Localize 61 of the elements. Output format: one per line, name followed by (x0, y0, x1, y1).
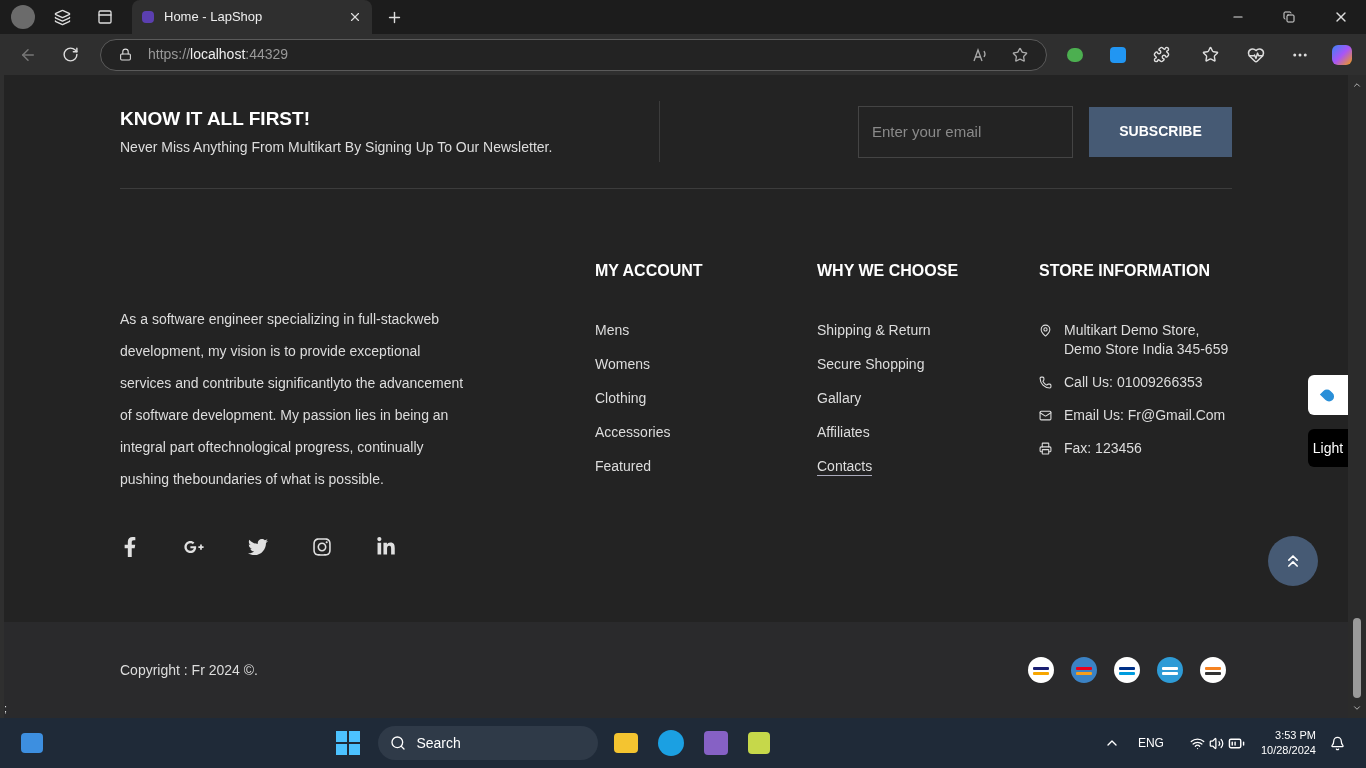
language-indicator[interactable]: ENG (1137, 734, 1164, 752)
notifications-icon[interactable] (1330, 735, 1345, 751)
tab-actions-icon[interactable] (97, 9, 113, 25)
newsletter-title: KNOW IT ALL FIRST! (120, 106, 311, 131)
email-field[interactable]: Enter your email (858, 105, 1073, 158)
scroll-up-icon[interactable] (1352, 80, 1362, 90)
footer-link[interactable]: Contacts (817, 456, 873, 476)
volume-icon[interactable] (1208, 735, 1224, 751)
clock[interactable]: 3:53 PM 10/28/2024 (1260, 728, 1316, 758)
footer-link[interactable]: Featured (595, 456, 652, 476)
taskbar-search[interactable]: Search (378, 726, 599, 760)
store-info-text: Fax: 123456 (1064, 439, 1142, 458)
footer-link[interactable]: Clothing (595, 388, 647, 408)
store-info-text: Call Us: 01009266353 (1064, 373, 1203, 392)
linkedin-icon[interactable] (376, 537, 396, 557)
newsletter-subtitle: Never Miss Anything From Multikart By Signing Up To Our Newsletter. (120, 138, 554, 158)
favorites-list-icon[interactable] (1202, 46, 1219, 63)
wifi-icon[interactable] (1189, 735, 1205, 751)
about-paragraph: As a software engineer specializing in full-stackweb development, my vision is to provide exceptional services and contribute significantlyto the advancement of software development. My passion lies in being an integral part oftechnological progress, continually pushing theboundaries of what is possible. (120, 310, 465, 489)
stray-character: ; (4, 700, 8, 716)
water-drop-extension-icon[interactable] (1110, 46, 1126, 63)
copilot-icon[interactable] (1332, 44, 1352, 65)
scroll-to-top-button[interactable] (1268, 536, 1318, 586)
scrollbar-thumb[interactable] (1353, 618, 1361, 698)
restore-icon[interactable] (1283, 11, 1295, 23)
lock-icon (119, 48, 132, 61)
browser-tab[interactable]: Home - LapShop (132, 0, 372, 34)
footer-link[interactable]: Accessories (595, 422, 671, 442)
footer-link[interactable]: Affiliates (817, 422, 870, 442)
footer-link[interactable]: Mens (595, 320, 630, 340)
search-icon (390, 735, 407, 751)
reload-icon[interactable] (62, 46, 79, 63)
workspaces-icon[interactable] (54, 8, 71, 26)
footer-link[interactable]: Gallary (817, 388, 862, 408)
footer-link[interactable]: Womens (595, 354, 650, 374)
profile-avatar[interactable] (11, 5, 35, 29)
column-heading: STORE INFORMATION (1039, 261, 1211, 281)
start-icon[interactable] (336, 731, 361, 755)
footer-link[interactable]: Shipping & Return (817, 320, 931, 340)
close-tab-icon[interactable] (348, 10, 362, 24)
column-heading: WHY WE CHOOSE (817, 261, 960, 281)
address-bar[interactable]: https://localhost:44329 (100, 38, 1047, 71)
map-pin-icon (1039, 324, 1052, 337)
store-info-text: Email Us: Fr@Gmail.Com (1064, 406, 1226, 425)
extensions-icon[interactable] (1153, 46, 1170, 63)
scroll-down-icon[interactable] (1352, 703, 1362, 713)
footer-link[interactable]: Secure Shopping (817, 354, 925, 374)
copyright-text: Copyright : Fr 2024 ©. (120, 660, 258, 680)
instagram-icon[interactable] (312, 537, 332, 557)
subscribe-button[interactable]: SUBSCRIBE (1089, 106, 1232, 157)
browser-essentials-icon[interactable] (1247, 45, 1265, 64)
light-mode-button[interactable]: Light (1308, 429, 1348, 467)
mail-icon (1039, 409, 1052, 422)
column-heading: MY ACCOUNT (595, 261, 704, 281)
theme-icon-button[interactable] (1308, 375, 1348, 415)
fax-icon (1039, 442, 1052, 455)
favorite-icon[interactable] (1012, 46, 1028, 63)
phone-icon (1039, 376, 1052, 389)
store-info-text: Multikart Demo Store, Demo Store India 345-659 (1064, 321, 1229, 359)
twitter-icon[interactable] (248, 537, 268, 557)
read-aloud-icon[interactable] (972, 46, 988, 63)
